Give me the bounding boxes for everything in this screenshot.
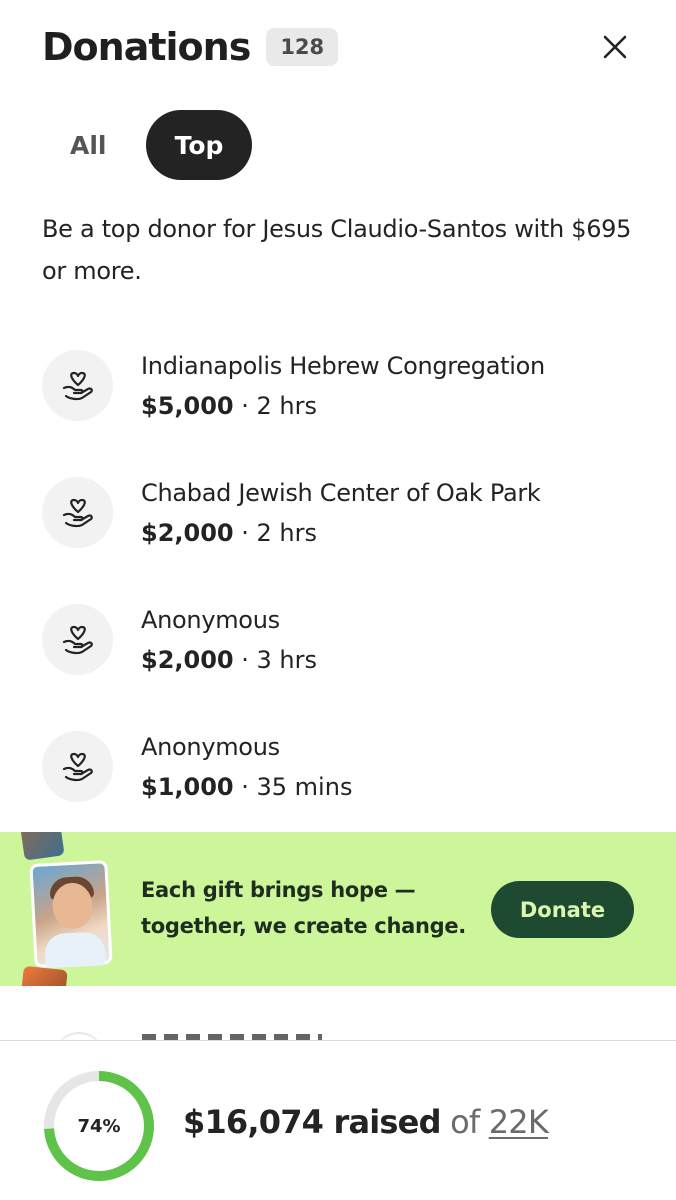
donor-amount: $2,000 [141, 518, 234, 547]
donor-row: Indianapolis Hebrew Congregation $5,000 … [42, 322, 642, 449]
heart-hand-icon [62, 371, 93, 400]
raised-summary: $16,074 raised of 22K [183, 1103, 549, 1141]
donor-row: Anonymous $1,000 · 35 mins [42, 703, 642, 830]
page-title: Donations [42, 25, 251, 69]
donor-amount: $1,000 [141, 772, 234, 801]
donor-avatar [42, 731, 113, 802]
progress-percent: 74% [77, 1115, 121, 1137]
banner-line-2: together, we create change. [141, 914, 466, 938]
donor-name: Chabad Jewish Center of Oak Park [141, 478, 541, 507]
heart-hand-icon [62, 752, 93, 781]
banner-message: Each gift brings hope — together, we cre… [141, 872, 481, 944]
banner-line-1: Each gift brings hope — [141, 878, 416, 902]
donor-meta: $2,000 · 2 hrs [141, 513, 541, 553]
donation-count-badge: 128 [266, 28, 339, 66]
donor-avatar [42, 477, 113, 548]
donor-name: Indianapolis Hebrew Congregation [141, 351, 545, 380]
donor-row: Anonymous $2,000 · 3 hrs [42, 576, 642, 703]
donor-name: Anonymous [141, 732, 280, 761]
close-icon [603, 35, 627, 59]
donor-amount: $5,000 [141, 391, 234, 420]
donations-header: Donations 128 [42, 22, 636, 72]
fundraising-footer: 74% $16,074 raised of 22K [0, 1040, 676, 1200]
donor-name: Anonymous [141, 605, 280, 634]
top-donor-message: Be a top donor for Jesus Claudio-Santos … [42, 215, 632, 285]
donor-avatar [42, 604, 113, 675]
donor-avatar [42, 350, 113, 421]
donor-time: · 2 hrs [233, 391, 317, 420]
donor-time: · 3 hrs [233, 645, 317, 674]
donor-amount: $2,000 [141, 645, 234, 674]
close-button[interactable] [594, 26, 636, 68]
raised-amount: $16,074 raised [183, 1103, 442, 1141]
donate-promo-banner: Each gift brings hope — together, we cre… [0, 832, 676, 986]
tab-all[interactable]: All [42, 110, 132, 180]
donor-photo-small [20, 965, 68, 986]
donor-list: Indianapolis Hebrew Congregation $5,000 … [42, 322, 642, 830]
filter-tabs: All Top [42, 110, 252, 180]
heart-hand-icon [62, 625, 93, 654]
donor-photo-small [19, 832, 65, 861]
donate-button[interactable]: Donate [491, 881, 634, 938]
donor-info: Chabad Jewish Center of Oak Park $2,000 … [141, 473, 541, 553]
donor-row: Chabad Jewish Center of Oak Park $2,000 … [42, 449, 642, 576]
goal-link[interactable]: 22K [489, 1103, 549, 1141]
donor-info: Anonymous $1,000 · 35 mins [141, 727, 352, 807]
heart-hand-icon [62, 498, 93, 527]
donor-time: · 2 hrs [233, 518, 317, 547]
donor-info: Indianapolis Hebrew Congregation $5,000 … [141, 346, 545, 426]
donor-meta: $2,000 · 3 hrs [141, 640, 317, 680]
donor-info: Anonymous $2,000 · 3 hrs [141, 600, 317, 680]
raised-of: of [440, 1103, 489, 1141]
child-photo [29, 860, 113, 969]
donor-meta: $5,000 · 2 hrs [141, 386, 545, 426]
tab-top[interactable]: Top [146, 110, 252, 180]
donor-time: · 35 mins [233, 772, 353, 801]
donor-meta: $1,000 · 35 mins [141, 767, 352, 807]
